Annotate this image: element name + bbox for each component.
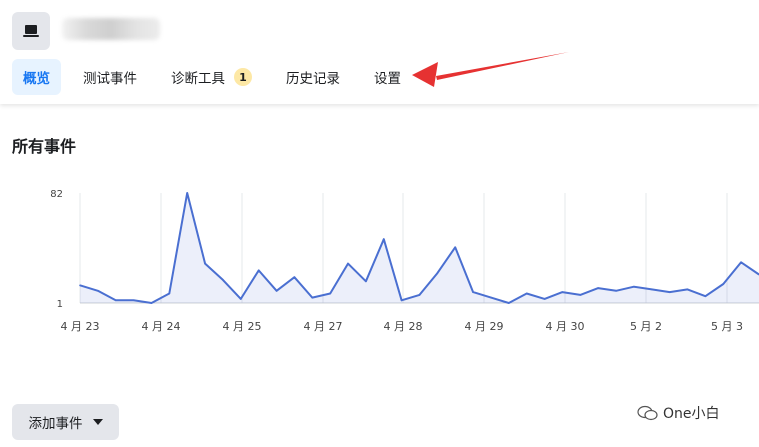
- data-point: [114, 299, 117, 302]
- data-point: [597, 287, 599, 289]
- tab-label: 测试事件: [83, 71, 137, 87]
- data-point: [704, 295, 707, 298]
- watermark-text: One小白: [663, 406, 720, 422]
- data-point: [668, 291, 671, 293]
- data-point: [579, 294, 582, 296]
- data-point: [204, 262, 206, 265]
- app-header: 概览 测试事件 诊断工具 1 历史记录 设置: [0, 0, 759, 104]
- data-point: [257, 269, 260, 272]
- data-point: [186, 192, 189, 194]
- data-point: [650, 288, 653, 291]
- diagnostics-count-badge: 1: [234, 68, 252, 86]
- watermark: One小白: [637, 403, 720, 423]
- tab-label: 概览: [23, 71, 50, 87]
- data-point: [633, 285, 635, 288]
- x-tick-label: 4 月 30: [546, 320, 585, 333]
- data-point: [472, 291, 474, 293]
- data-point: [275, 289, 278, 292]
- data-point: [436, 272, 439, 274]
- add-event-label: 添加事件: [28, 416, 83, 432]
- y-tick-label: 1: [57, 299, 63, 310]
- tab-label: 设置: [374, 71, 401, 87]
- data-point: [293, 276, 296, 278]
- data-point: [543, 298, 546, 300]
- x-tick-label: 5 月 3: [711, 320, 743, 333]
- data-point: [97, 289, 99, 292]
- tab-test-events[interactable]: 测试事件: [83, 59, 137, 95]
- x-tick-label: 4 月 28: [384, 320, 423, 333]
- caret-down-icon: [92, 419, 103, 425]
- tab-label: 诊断工具: [171, 71, 225, 87]
- data-point: [508, 302, 510, 304]
- x-tick-label: 4 月 25: [223, 320, 262, 333]
- data-point: [722, 283, 725, 285]
- wechat-icon: [637, 405, 658, 421]
- data-point: [150, 302, 153, 304]
- tab-label: 历史记录: [286, 71, 340, 87]
- tab-diagnostics[interactable]: 诊断工具 1: [171, 59, 252, 95]
- data-point: [168, 292, 171, 295]
- data-point: [132, 299, 135, 302]
- tab-overview[interactable]: 概览: [12, 59, 61, 95]
- data-point: [615, 289, 617, 292]
- x-tick-label: 4 月 24: [142, 320, 181, 333]
- x-tick-label: 4 月 23: [61, 320, 100, 333]
- data-point: [382, 238, 385, 240]
- data-point: [490, 296, 492, 299]
- events-chart: 82 1 4 月 23 4 月 24 4 月 25 4 月 27 4 月 28 4 月 29 4…: [50, 189, 759, 333]
- series-area: [80, 193, 759, 303]
- data-point: [525, 292, 528, 295]
- data-point: [347, 262, 349, 265]
- data-point: [311, 296, 314, 299]
- laptop-icon[interactable]: [12, 12, 50, 50]
- add-event-button[interactable]: 添加事件: [12, 404, 119, 440]
- tab-settings[interactable]: 设置: [374, 59, 401, 95]
- x-tick-label: 5 月 2: [630, 320, 662, 333]
- section-title: 所有事件: [12, 137, 77, 156]
- data-point: [329, 292, 331, 295]
- data-point: [454, 246, 457, 249]
- blurred-app-name: [62, 18, 160, 40]
- data-point: [418, 294, 421, 296]
- x-tick-label: 4 月 29: [465, 320, 504, 333]
- tab-history[interactable]: 历史记录: [286, 59, 340, 95]
- data-point: [400, 299, 403, 302]
- data-point: [365, 280, 367, 283]
- data-point: [686, 288, 689, 291]
- data-point: [561, 291, 564, 293]
- y-tick-label: 82: [50, 189, 63, 200]
- data-point: [222, 279, 224, 281]
- data-point: [79, 284, 81, 287]
- data-point: [740, 261, 742, 264]
- x-tick-label: 4 月 27: [304, 320, 343, 333]
- data-point: [240, 298, 242, 300]
